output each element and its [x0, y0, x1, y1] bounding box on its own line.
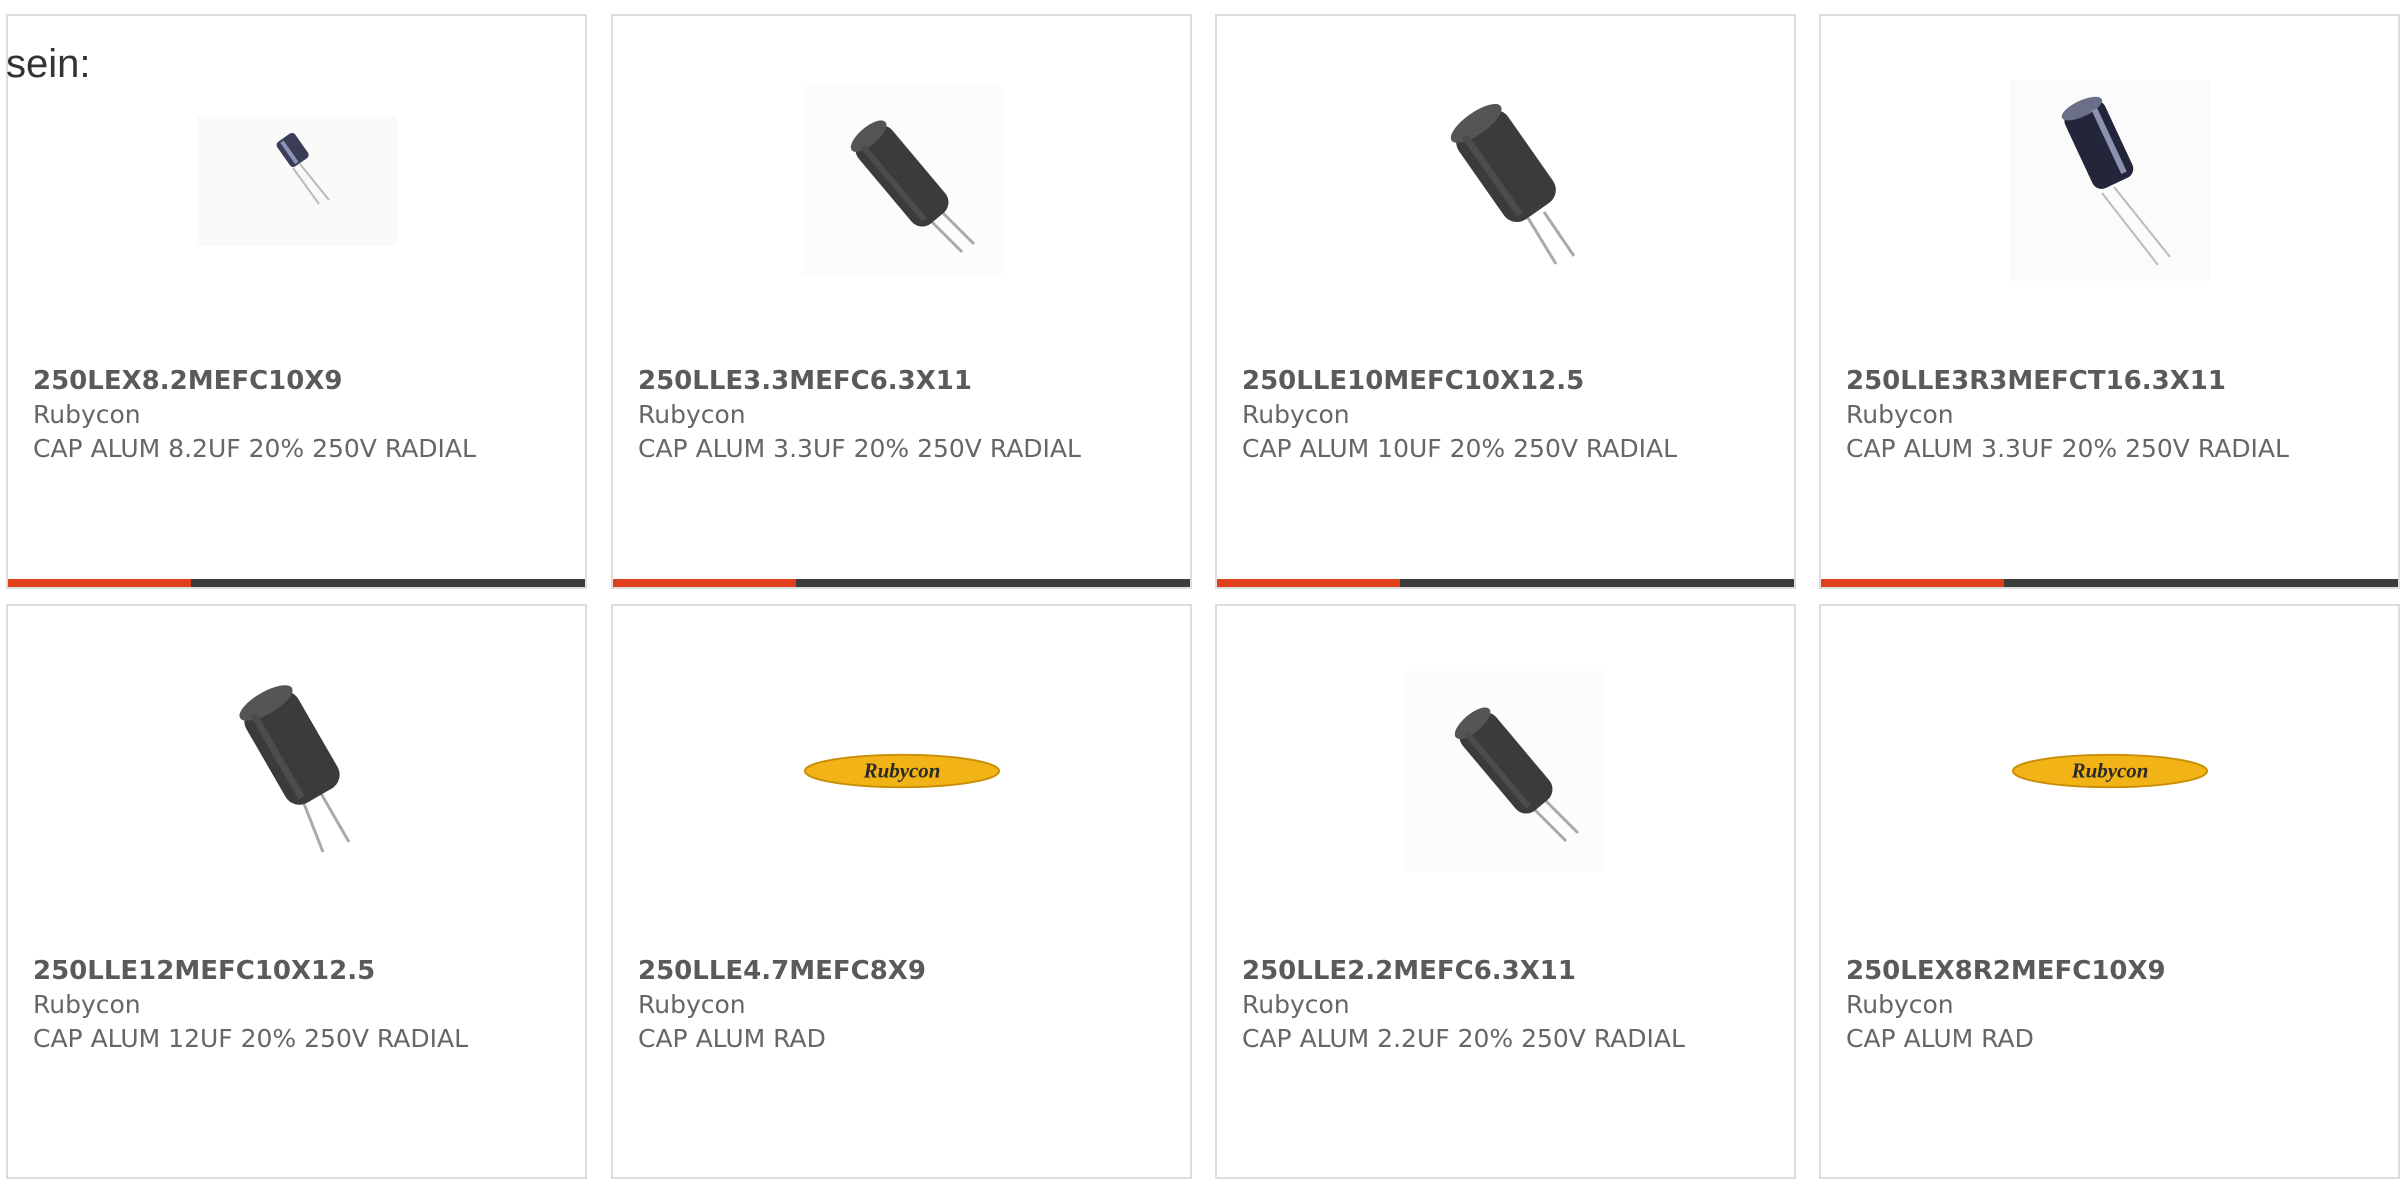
product-image[interactable] [1406, 81, 1606, 281]
description: CAP ALUM 8.2UF 20% 250V RADIAL [33, 434, 476, 463]
product-card[interactable]: 250LLE10MEFC10X12.5 Rubycon CAP ALUM 10U… [1215, 14, 1796, 589]
part-number[interactable]: 250LLE12MEFC10X12.5 [33, 954, 565, 988]
product-image[interactable] [1405, 671, 1606, 871]
part-number[interactable]: 250LEX8R2MEFC10X9 [1846, 954, 2378, 988]
product-image[interactable] [2009, 81, 2210, 281]
product-card[interactable]: Rubycon 250LEX8R2MEFC10X9 Rubycon CAP AL… [1819, 604, 2400, 1179]
description: CAP ALUM 3.3UF 20% 250V RADIAL [1846, 434, 2289, 463]
part-number[interactable]: 250LLE2.2MEFC6.3X11 [1242, 954, 1774, 988]
manufacturer: Rubycon [33, 400, 141, 429]
description: CAP ALUM 3.3UF 20% 250V RADIAL [638, 434, 1081, 463]
product-image[interactable]: Rubycon [802, 671, 1002, 871]
intro-text: sein: [6, 42, 91, 86]
manufacturer: Rubycon [1242, 990, 1350, 1019]
card-bar [1217, 579, 1794, 587]
product-card[interactable]: 250LEX8.2MEFC10X9 Rubycon CAP ALUM 8.2UF… [6, 14, 587, 589]
manufacturer: Rubycon [1242, 400, 1350, 429]
description: CAP ALUM 2.2UF 20% 250V RADIAL [1242, 1024, 1685, 1053]
product-image[interactable] [801, 81, 1002, 281]
part-number[interactable]: 250LLE4.7MEFC8X9 [638, 954, 1170, 988]
description: CAP ALUM RAD [1846, 1024, 2034, 1053]
rubycon-logo-text: Rubycon [2070, 759, 2148, 783]
description: CAP ALUM 12UF 20% 250V RADIAL [33, 1024, 469, 1053]
part-number[interactable]: 250LLE10MEFC10X12.5 [1242, 364, 1774, 398]
card-bar [1821, 579, 2398, 587]
product-card[interactable]: 250LLE3.3MEFC6.3X11 Rubycon CAP ALUM 3.3… [611, 14, 1192, 589]
part-number[interactable]: 250LLE3R3MEFCT16.3X11 [1846, 364, 2378, 398]
product-card[interactable]: Rubycon 250LLE4.7MEFC8X9 Rubycon CAP ALU… [611, 604, 1192, 1179]
product-image[interactable]: Rubycon [2010, 671, 2210, 871]
manufacturer: Rubycon [638, 400, 746, 429]
rubycon-logo-text: Rubycon [862, 759, 940, 783]
manufacturer: Rubycon [638, 990, 746, 1019]
manufacturer: Rubycon [33, 990, 141, 1019]
part-number[interactable]: 250LEX8.2MEFC10X9 [33, 364, 565, 398]
product-image[interactable] [196, 81, 397, 281]
card-bar [613, 579, 1190, 587]
manufacturer: Rubycon [1846, 990, 1954, 1019]
product-image[interactable] [197, 671, 397, 871]
product-card[interactable]: 250LLE3R3MEFCT16.3X11 Rubycon CAP ALUM 3… [1819, 14, 2400, 589]
manufacturer: Rubycon [1846, 400, 1954, 429]
description: CAP ALUM RAD [638, 1024, 826, 1053]
part-number[interactable]: 250LLE3.3MEFC6.3X11 [638, 364, 1170, 398]
card-bar [8, 579, 585, 587]
product-card[interactable]: 250LLE12MEFC10X12.5 Rubycon CAP ALUM 12U… [6, 604, 587, 1179]
product-card[interactable]: 250LLE2.2MEFC6.3X11 Rubycon CAP ALUM 2.2… [1215, 604, 1796, 1179]
description: CAP ALUM 10UF 20% 250V RADIAL [1242, 434, 1678, 463]
